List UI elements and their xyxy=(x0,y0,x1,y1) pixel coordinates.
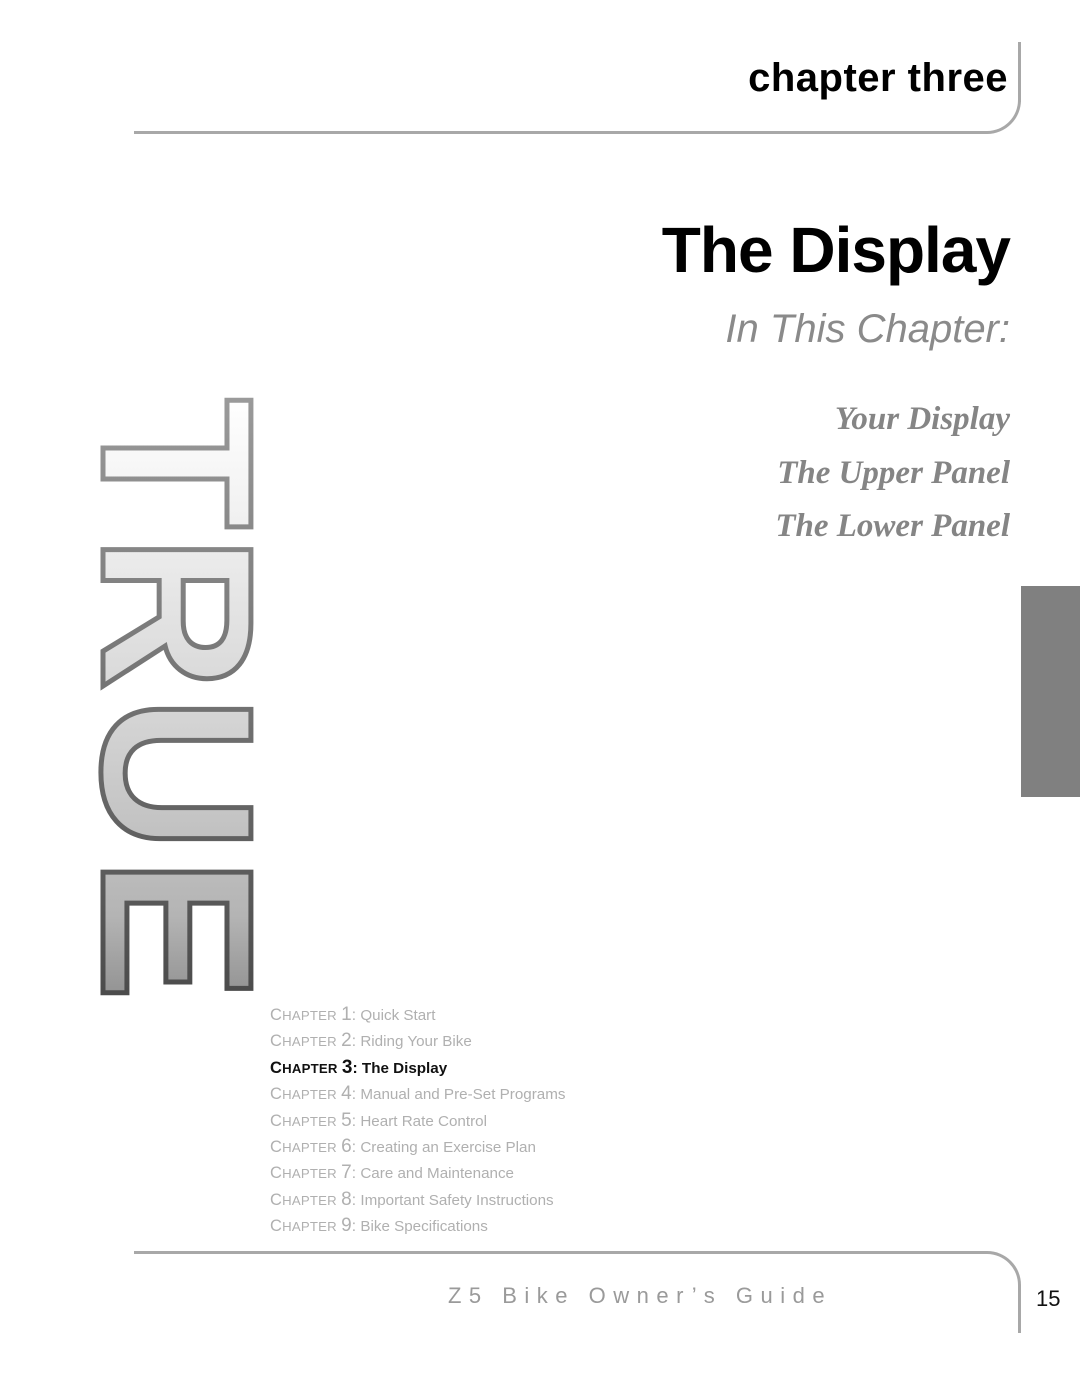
chapter-index-title: Important Safety Instructions xyxy=(360,1191,554,1209)
chapter-index-row[interactable]: CHAPTER 7: Care and Maintenance xyxy=(270,1160,870,1186)
chapter-index-row[interactable]: CHAPTER 1: Quick Start xyxy=(270,1002,870,1028)
header-rule xyxy=(134,131,987,134)
chapter-index-label: CHAPTER xyxy=(270,1190,337,1209)
svg-text:TRUE: TRUE xyxy=(60,398,270,1007)
chapter-index-separator: : xyxy=(351,1007,357,1024)
chapter-index-number: 7 xyxy=(341,1162,352,1184)
chapter-index-number: 1 xyxy=(341,1004,352,1025)
chapter-index-number: 3 xyxy=(341,1056,353,1078)
chapter-index-separator: : xyxy=(352,1059,358,1077)
chapter-index-separator: : xyxy=(351,1086,357,1104)
chapter-index-label: CHAPTER xyxy=(270,1085,337,1104)
chapter-label-capital: C xyxy=(270,1058,283,1077)
chapter-index-number: 5 xyxy=(341,1109,352,1131)
chapter-index-number: 2 xyxy=(341,1030,352,1052)
chapter-index-list: CHAPTER 1: Quick Start CHAPTER 2: Riding… xyxy=(270,1002,870,1240)
page-number: 15 xyxy=(1036,1286,1061,1311)
chapter-label-rest: HAPTER xyxy=(282,1087,337,1103)
chapter-label-capital: C xyxy=(270,1138,283,1157)
chapter-index-row-current[interactable]: CHAPTER 3: The Display xyxy=(270,1055,870,1081)
chapter-label-rest: HAPTER xyxy=(282,1113,337,1129)
footer-frame-vertical-line xyxy=(1018,1285,1021,1333)
footer-guide-title: Z5 Bike Owner’s Guide xyxy=(447,1283,833,1308)
chapter-index-separator: : xyxy=(351,1191,357,1209)
chapter-index-title: Quick Start xyxy=(360,1007,436,1024)
chapter-index-label: CHAPTER xyxy=(270,1111,337,1130)
title-block: The Display In This Chapter: Your Displa… xyxy=(420,214,1011,553)
chapter-index-title: The Display xyxy=(361,1059,448,1077)
chapter-index-title: Creating an Exercise Plan xyxy=(360,1139,536,1157)
chapter-label-capital: C xyxy=(270,1085,283,1104)
chapter-label-rest: HAPTER xyxy=(282,1060,338,1076)
chapter-index-separator: : xyxy=(351,1033,357,1051)
chapter-label-rest: HAPTER xyxy=(282,1219,337,1235)
chapter-index-label: CHAPTER xyxy=(270,1032,337,1051)
chapter-index-row[interactable]: CHAPTER 6: Creating an Exercise Plan xyxy=(270,1134,870,1160)
chapter-index-separator: : xyxy=(351,1112,357,1130)
chapter-index-row[interactable]: CHAPTER 9: Bike Specifications xyxy=(270,1213,870,1239)
chapter-index-title: Heart Rate Control xyxy=(360,1112,487,1130)
chapter-thumb-tab xyxy=(1021,586,1080,797)
chapter-label-capital: C xyxy=(270,1164,283,1183)
chapter-index-title: Manual and Pre-Set Programs xyxy=(360,1086,566,1104)
chapter-index-title: Bike Specifications xyxy=(360,1218,488,1236)
chapter-index-label: CHAPTER xyxy=(270,1138,337,1157)
chapter-kicker: chapter three xyxy=(748,56,1008,100)
header-frame-corner xyxy=(985,98,1021,134)
chapter-label-rest: HAPTER xyxy=(282,1008,337,1023)
footer-frame-corner xyxy=(985,1251,1021,1287)
chapter-index-row[interactable]: CHAPTER 2: Riding Your Bike xyxy=(270,1028,870,1054)
chapter-index-separator: : xyxy=(351,1165,357,1183)
topic-item: The Lower Panel xyxy=(775,508,1010,545)
header-frame-vertical-line xyxy=(1018,42,1021,102)
footer-rule xyxy=(134,1251,987,1254)
chapter-index-number: 8 xyxy=(341,1188,352,1210)
in-this-chapter-label: In This Chapter: xyxy=(725,307,1010,352)
chapter-label-capital: C xyxy=(270,1217,283,1236)
chapter-label-rest: HAPTER xyxy=(282,1034,337,1050)
chapter-index-row[interactable]: CHAPTER 4: Manual and Pre-Set Programs xyxy=(270,1081,870,1107)
chapter-index-title: Riding Your Bike xyxy=(360,1033,472,1051)
chapter-topic-list: Your Display The Upper Panel The Lower P… xyxy=(420,393,1010,553)
chapter-index-label: CHAPTER xyxy=(270,1164,337,1183)
chapter-index-label: CHAPTER xyxy=(270,1058,338,1077)
true-brand-watermark: TRUE xyxy=(60,215,270,1190)
chapter-index-number: 4 xyxy=(341,1083,352,1105)
chapter-index-row[interactable]: CHAPTER 5: Heart Rate Control xyxy=(270,1108,870,1134)
chapter-index-row[interactable]: CHAPTER 8: Important Safety Instructions xyxy=(270,1187,870,1213)
chapter-index-number: 6 xyxy=(341,1136,352,1158)
chapter-index-number: 9 xyxy=(341,1215,352,1237)
chapter-label-rest: HAPTER xyxy=(282,1140,337,1156)
chapter-index-label: CHAPTER xyxy=(270,1006,337,1024)
chapter-label-capital: C xyxy=(270,1006,283,1024)
chapter-index-title: Care and Maintenance xyxy=(360,1165,515,1183)
chapter-label-capital: C xyxy=(270,1032,283,1051)
chapter-label-capital: C xyxy=(270,1111,283,1130)
chapter-label-rest: HAPTER xyxy=(282,1192,337,1208)
chapter-index-separator: : xyxy=(351,1218,357,1236)
page-canvas: chapter three TRUE The Display In This C… xyxy=(0,0,1080,1388)
chapter-label-capital: C xyxy=(270,1190,283,1209)
page-title: The Display xyxy=(661,214,1011,286)
topic-item: Your Display xyxy=(834,401,1010,438)
topic-item: The Upper Panel xyxy=(777,454,1010,491)
chapter-index-separator: : xyxy=(351,1139,357,1157)
chapter-label-rest: HAPTER xyxy=(282,1166,337,1182)
chapter-index-label: CHAPTER xyxy=(270,1217,337,1236)
